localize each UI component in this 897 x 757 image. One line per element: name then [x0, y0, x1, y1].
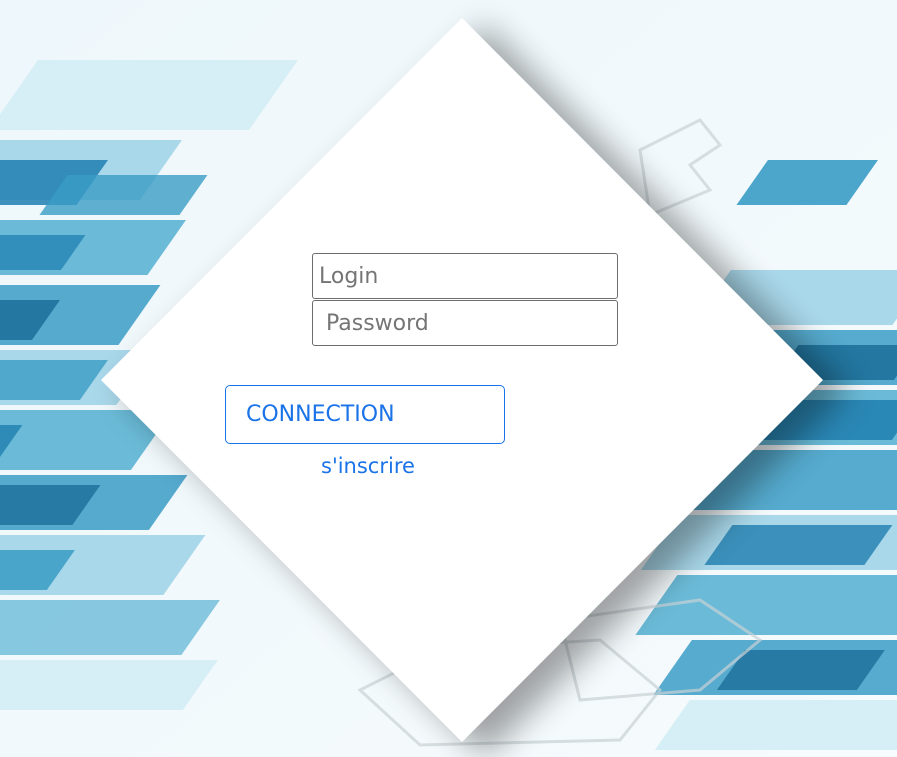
signup-link[interactable]: s'inscrire — [321, 452, 415, 480]
connection-button[interactable]: CONNECTION — [225, 385, 505, 444]
password-input[interactable] — [312, 300, 618, 346]
login-page: CONNECTION s'inscrire — [0, 0, 897, 757]
login-input[interactable] — [312, 253, 618, 299]
